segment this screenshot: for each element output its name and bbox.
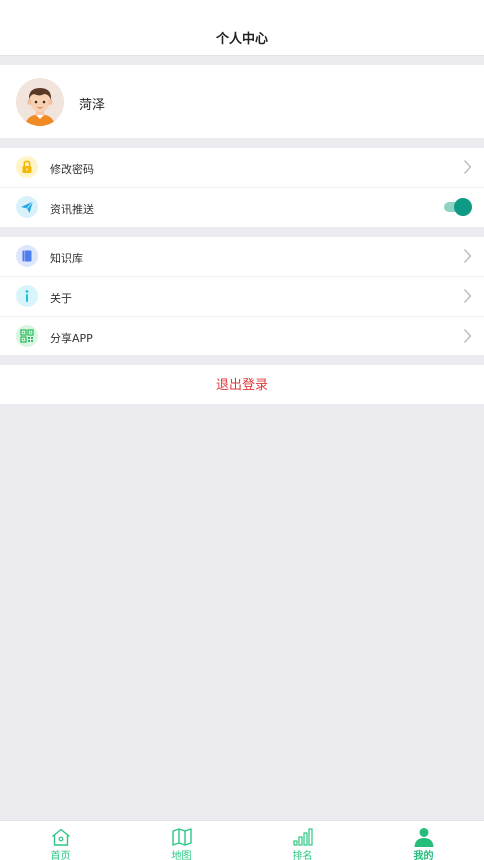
profile-card[interactable]: 菏泽 <box>0 65 484 138</box>
tab-map-label: 地图 <box>171 851 192 860</box>
book-icon <box>16 245 38 267</box>
chevron-right-icon <box>464 160 472 174</box>
news-push-label: 资讯推送 <box>50 203 94 216</box>
toggle-knob <box>454 198 472 216</box>
ranking-icon <box>293 828 313 846</box>
news-push-row: 资讯推送 <box>0 187 484 227</box>
map-icon <box>172 828 192 846</box>
lock-icon <box>16 156 38 178</box>
chevron-right-icon <box>464 249 472 263</box>
home-icon <box>52 828 70 846</box>
tab-mine[interactable]: 我的 <box>363 821 484 860</box>
change-password-label: 修改密码 <box>50 163 94 176</box>
share-app-label: 分享APP <box>50 332 93 345</box>
avatar-image <box>16 78 64 126</box>
profile-page: 个人中心 菏泽 修改密码 资讯推送 知识库 关于 分享APP 退出登录 首页 地… <box>0 0 484 860</box>
more-group: 知识库 关于 分享APP <box>0 237 484 355</box>
user-name: 菏泽 <box>79 98 106 113</box>
nav-bar: 个人中心 <box>0 0 484 56</box>
tab-mine-label: 我的 <box>413 851 434 860</box>
send-icon <box>16 196 38 218</box>
share-app-row[interactable]: 分享APP <box>0 316 484 356</box>
tab-ranking[interactable]: 排名 <box>242 821 363 860</box>
user-icon <box>414 828 434 847</box>
info-icon <box>16 285 38 307</box>
tab-bar: 首页 地图 排名 我的 <box>0 820 484 860</box>
change-password-row[interactable]: 修改密码 <box>0 148 484 187</box>
chevron-right-icon <box>464 289 472 303</box>
chevron-right-icon <box>464 329 472 343</box>
page-title: 个人中心 <box>215 32 268 47</box>
logout-button[interactable]: 退出登录 <box>0 365 484 404</box>
about-label: 关于 <box>50 292 72 305</box>
about-row[interactable]: 关于 <box>0 276 484 316</box>
tab-home-label: 首页 <box>50 851 71 860</box>
settings-group: 修改密码 资讯推送 <box>0 148 484 227</box>
knowledge-base-label: 知识库 <box>50 252 83 265</box>
news-push-toggle[interactable] <box>444 198 472 216</box>
tab-home[interactable]: 首页 <box>0 821 121 860</box>
logout-label: 退出登录 <box>215 377 268 392</box>
avatar[interactable] <box>16 78 64 126</box>
tab-ranking-label: 排名 <box>292 851 313 860</box>
knowledge-base-row[interactable]: 知识库 <box>0 237 484 276</box>
qr-code-icon <box>16 325 38 347</box>
tab-map[interactable]: 地图 <box>121 821 242 860</box>
